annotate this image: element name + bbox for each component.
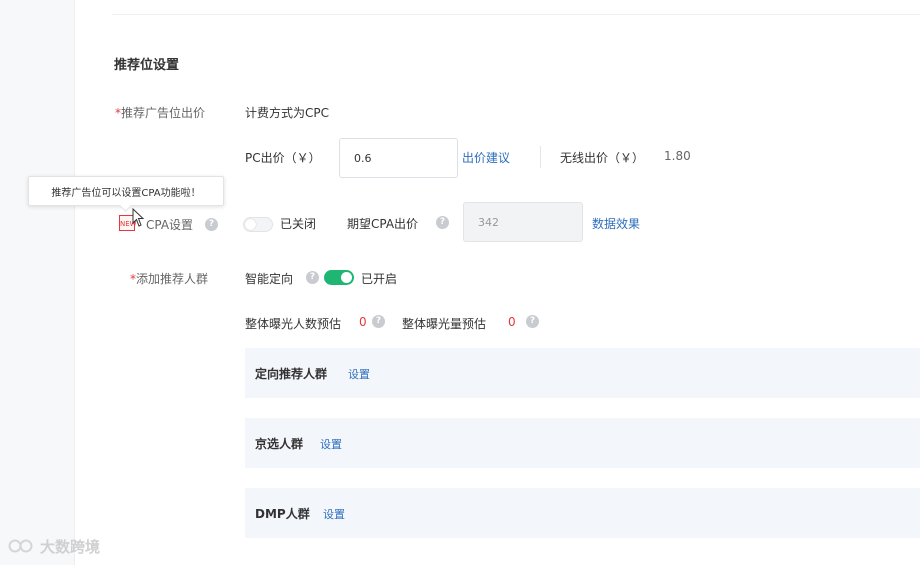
wireless-bid-value: 1.80: [664, 149, 691, 163]
question-circle-icon[interactable]: ?: [372, 315, 385, 328]
watermark-text: 大数跨境: [40, 538, 101, 556]
estimate-exposure-value: 0: [508, 315, 516, 329]
estimate-people-value: 0: [359, 315, 367, 329]
cpa-toggle-status: 已关闭: [280, 217, 317, 231]
toggle-knob: [341, 272, 352, 283]
left-sidebar-strip: [0, 0, 75, 565]
expected-cpa-value: 342: [478, 215, 499, 229]
question-circle-icon[interactable]: ?: [436, 216, 449, 229]
panel-settings-link[interactable]: 设置: [320, 436, 342, 452]
panel-settings-link[interactable]: 设置: [323, 506, 345, 522]
bid-row-label: *推荐广告位出价: [115, 104, 205, 121]
mouse-cursor-icon: [132, 208, 145, 227]
top-divider: [112, 14, 920, 15]
smart-targeting-toggle[interactable]: [324, 270, 354, 285]
crowd-row-label-text: 添加推荐人群: [136, 272, 209, 286]
panel-title: 京选人群: [255, 437, 304, 451]
cpa-feature-tooltip: 推荐广告位可以设置CPA功能啦！: [28, 176, 224, 206]
crowd-row-label: *添加推荐人群: [130, 270, 208, 287]
panel-jingxuan-crowd: 京选人群 设置: [245, 418, 920, 468]
cpa-toggle[interactable]: [243, 217, 273, 232]
expected-cpa-input: 342: [463, 202, 583, 242]
panel-settings-link[interactable]: 设置: [348, 366, 370, 382]
toggle-knob: [245, 219, 256, 230]
question-circle-icon[interactable]: ?: [306, 271, 319, 284]
smart-targeting-label: 智能定向: [245, 272, 294, 286]
panel-title: DMP人群: [255, 507, 310, 521]
smart-targeting-status: 已开启: [361, 272, 398, 286]
bid-row-label-text: 推荐广告位出价: [121, 106, 206, 120]
pc-bid-value: 0.6: [354, 151, 372, 165]
panel-targeted-crowd: 定向推荐人群 设置: [245, 348, 920, 398]
pc-bid-label: PC出价（￥）: [245, 151, 321, 165]
wireless-bid-label: 无线出价（￥）: [560, 151, 645, 165]
panel-title: 定向推荐人群: [255, 367, 328, 381]
bid-suggestion-link[interactable]: 出价建议: [462, 149, 510, 166]
cpa-setting-label: CPA设置: [146, 218, 194, 232]
question-circle-icon[interactable]: ?: [526, 315, 539, 328]
estimate-people-label: 整体曝光人数预估: [245, 317, 342, 331]
panel-dmp-crowd: DMP人群 设置: [245, 488, 920, 538]
section-title: 推荐位设置: [114, 58, 180, 73]
estimate-exposure-label: 整体曝光量预估: [402, 317, 487, 331]
data-effect-link[interactable]: 数据效果: [592, 215, 640, 232]
tooltip-text: 推荐广告位可以设置CPA功能啦！: [51, 187, 201, 199]
divider: [540, 146, 541, 168]
billing-method-text: 计费方式为CPC: [245, 106, 329, 120]
question-circle-icon[interactable]: ?: [205, 218, 218, 231]
pc-bid-input[interactable]: 0.6: [339, 138, 458, 178]
watermark-logo-icon: [8, 539, 33, 553]
expected-cpa-label: 期望CPA出价: [347, 217, 419, 231]
